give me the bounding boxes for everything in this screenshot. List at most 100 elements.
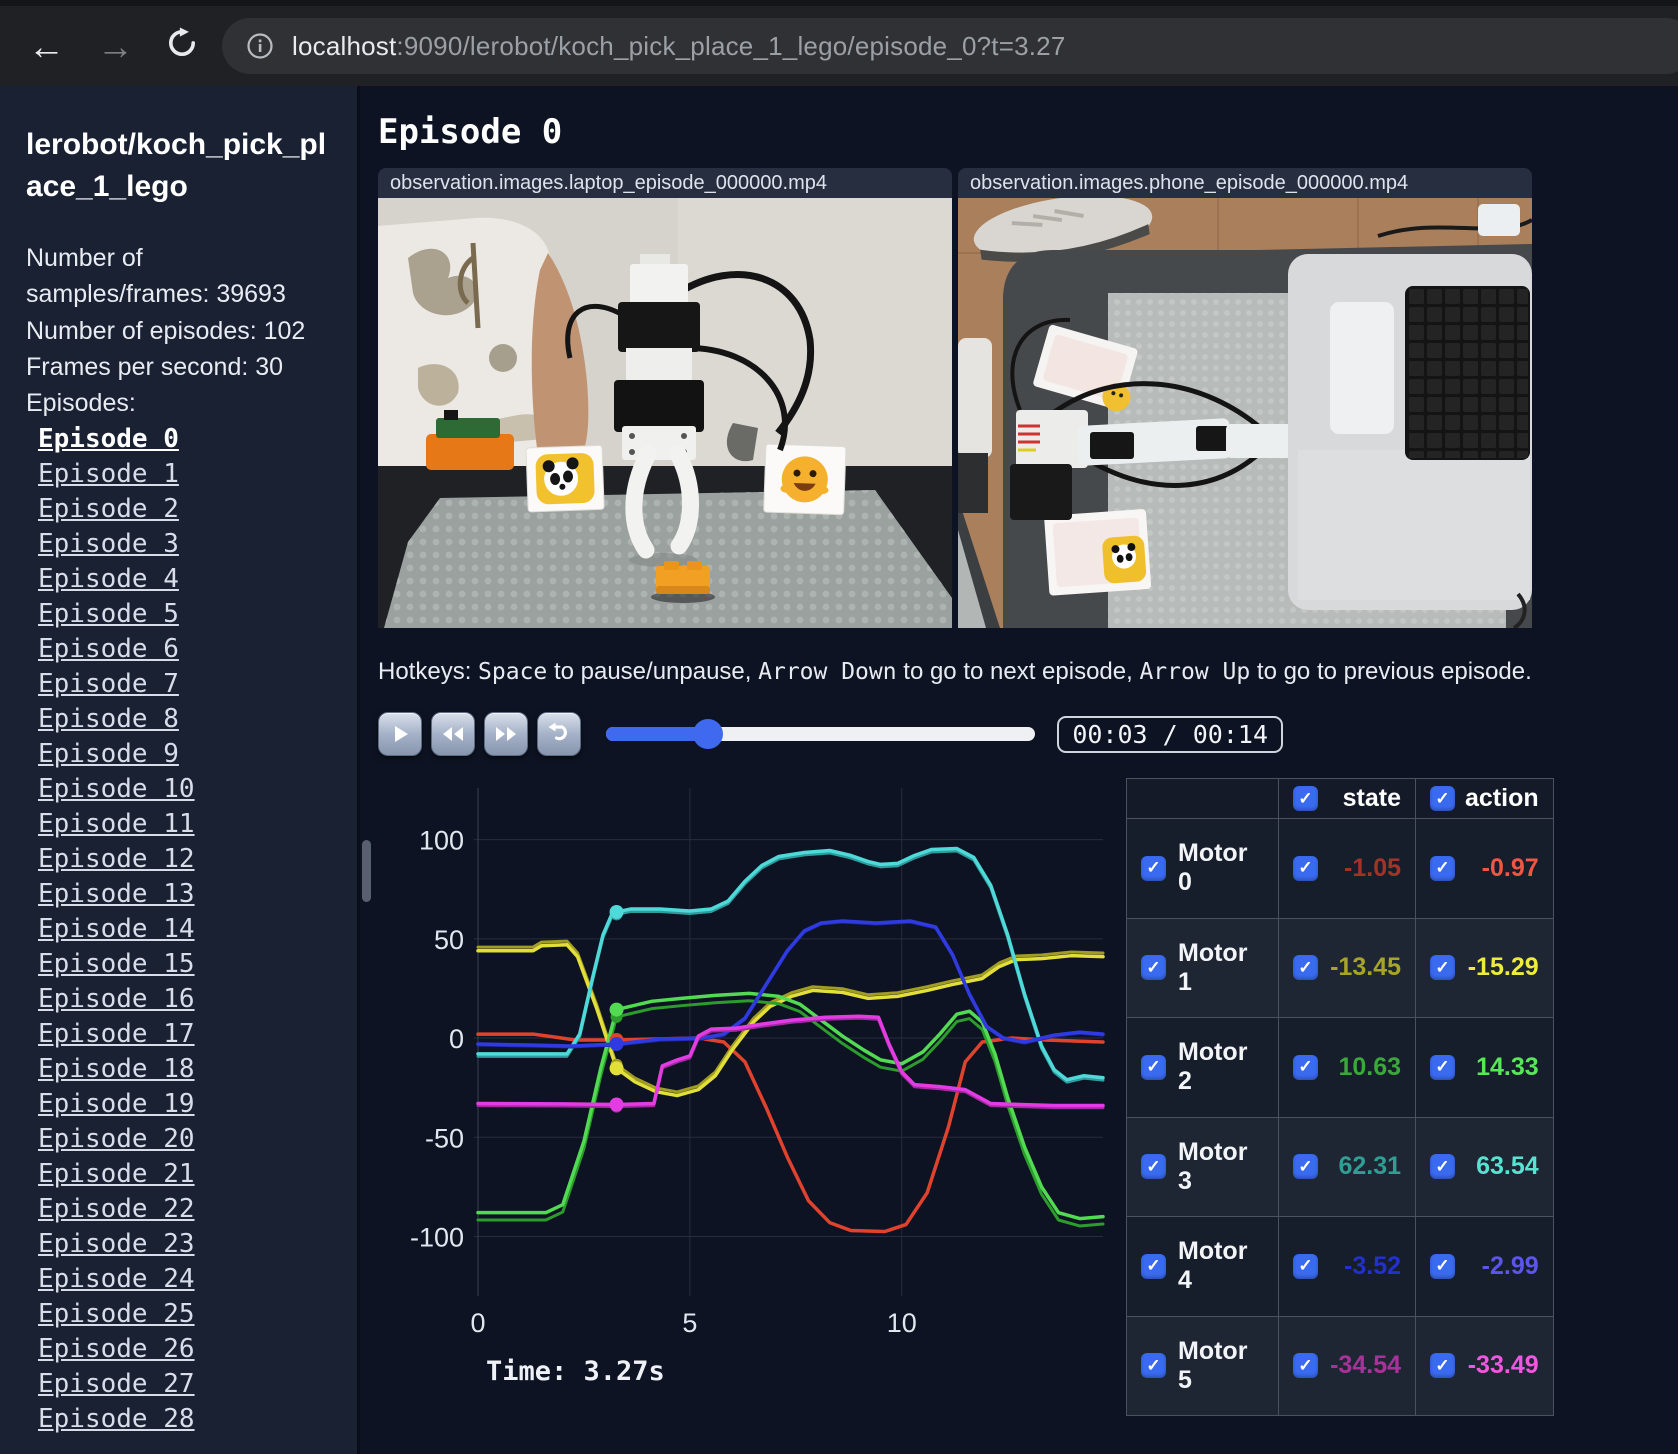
series-action-line	[476, 1032, 1105, 1234]
action-checkbox[interactable]: ✓	[1430, 1353, 1455, 1379]
sidebar-episode-link[interactable]: Episode 14	[38, 912, 327, 947]
playback-controls: 00:03 / 00:14	[378, 712, 1283, 756]
state-value-cell: ✓ 62.31	[1278, 1116, 1416, 1217]
y-tick-label: 0	[449, 1024, 464, 1054]
motor-row: ✓ Motor 1 ✓ -13.45 ✓ -15.29	[1126, 917, 1554, 1018]
action-value: 63.54	[1476, 1152, 1539, 1181]
sidebar-episode-link[interactable]: Episode 25	[38, 1297, 327, 1332]
sidebar-episode-link[interactable]: Episode 20	[38, 1122, 327, 1157]
column-header-state: ✓ state	[1278, 778, 1416, 819]
sidebar-episode-link[interactable]: Episode 15	[38, 947, 327, 982]
sidebar-episode-link[interactable]: Episode 0	[38, 422, 327, 457]
sidebar-episode-link[interactable]: Episode 8	[38, 702, 327, 737]
state-value: 10.63	[1338, 1052, 1401, 1081]
stat-samples: Number of samples/frames: 39693	[26, 244, 286, 309]
motor-checkbox[interactable]: ✓	[1141, 1253, 1166, 1279]
scrollbar-thumb[interactable]	[362, 840, 371, 902]
sidebar-episode-link[interactable]: Episode 7	[38, 667, 327, 702]
sidebar-episode-link[interactable]: Episode 11	[38, 807, 327, 842]
state-checkbox[interactable]: ✓	[1293, 1353, 1318, 1379]
state-value-cell: ✓ 10.63	[1278, 1017, 1416, 1118]
state-checkbox[interactable]: ✓	[1293, 1154, 1318, 1180]
time-display: 00:03 / 00:14	[1057, 715, 1283, 753]
state-value: -34.54	[1330, 1351, 1401, 1380]
motor-label-cell: ✓ Motor 0	[1126, 818, 1279, 919]
loop-button[interactable]	[537, 712, 581, 756]
dataset-title: lerobot/koch_pick_place_1_lego	[26, 128, 327, 203]
fast-forward-button[interactable]	[484, 712, 528, 756]
state-column-checkbox[interactable]: ✓	[1293, 786, 1318, 811]
sidebar-episode-link[interactable]: Episode 4	[38, 562, 327, 597]
page-title: Episode 0	[378, 112, 563, 152]
motor-checkbox[interactable]: ✓	[1141, 855, 1166, 881]
sidebar-episode-link[interactable]: Episode 10	[38, 772, 327, 807]
motor-table: ✓ state ✓ action ✓ Motor 0 ✓ -1.05 ✓ -0.97 ✓ Motor …	[1126, 778, 1554, 1416]
motor-label: Motor 4	[1178, 1237, 1248, 1295]
state-checkbox[interactable]: ✓	[1293, 955, 1318, 981]
motor-checkbox[interactable]: ✓	[1141, 955, 1166, 981]
sidebar-episode-link[interactable]: Episode 27	[38, 1367, 327, 1402]
sidebar-episode-link[interactable]: Episode 28	[38, 1402, 327, 1437]
sidebar-episode-link[interactable]: Episode 9	[38, 737, 327, 772]
hotkey-arrow-down: Arrow Down	[758, 659, 897, 685]
motor-checkbox[interactable]: ✓	[1141, 1054, 1166, 1080]
motor-label: Motor 3	[1178, 1137, 1248, 1195]
action-column-checkbox[interactable]: ✓	[1430, 786, 1455, 811]
sidebar-episode-link[interactable]: Episode 19	[38, 1087, 327, 1122]
video-phone	[958, 198, 1532, 628]
state-checkbox[interactable]: ✓	[1293, 855, 1318, 881]
dataset-stats: Number of samples/frames: 39693 Number o…	[26, 240, 327, 421]
motor-checkbox[interactable]: ✓	[1141, 1154, 1166, 1180]
seek-slider-thumb[interactable]	[693, 719, 724, 749]
sidebar-episode-link[interactable]: Episode 6	[38, 632, 327, 667]
action-checkbox[interactable]: ✓	[1430, 1253, 1455, 1279]
sidebar-episode-link[interactable]: Episode 13	[38, 877, 327, 912]
action-value: -0.97	[1481, 853, 1539, 882]
current-action-dot	[609, 1061, 624, 1076]
seek-slider[interactable]	[606, 719, 1036, 749]
sidebar-episode-link[interactable]: Episode 26	[38, 1332, 327, 1367]
x-tick-label: 0	[470, 1308, 485, 1338]
sidebar-episode-link[interactable]: Episode 5	[38, 597, 327, 632]
motor-chart[interactable]: 100 50 0 -50 -100 0 5 10 Time: 3.27s	[378, 776, 1108, 1416]
action-value-cell: ✓ 63.54	[1415, 1116, 1554, 1217]
back-icon[interactable]: ←	[28, 28, 65, 65]
sidebar-episode-link[interactable]: Episode 24	[38, 1262, 327, 1297]
video-title-phone: observation.images.phone_episode_000000.…	[958, 168, 1532, 198]
sidebar-episode-link[interactable]: Episode 2	[38, 492, 327, 527]
sidebar-episode-link[interactable]: Episode 12	[38, 842, 327, 877]
motor-checkbox[interactable]: ✓	[1141, 1353, 1166, 1379]
rewind-button[interactable]	[431, 712, 475, 756]
sidebar-episode-link[interactable]: Episode 21	[38, 1157, 327, 1192]
state-value-cell: ✓ -1.05	[1278, 818, 1416, 919]
orange-brick	[651, 561, 715, 603]
sidebar-episode-link[interactable]: Episode 23	[38, 1227, 327, 1262]
sidebar-episode-link[interactable]: Episode 17	[38, 1017, 327, 1052]
laptop-camera-frame	[378, 198, 952, 628]
action-checkbox[interactable]: ✓	[1430, 1154, 1455, 1180]
video-row: observation.images.laptop_episode_000000…	[378, 168, 1678, 628]
motor-row: ✓ Motor 0 ✓ -1.05 ✓ -0.97	[1126, 818, 1554, 919]
phone-camera-frame	[958, 198, 1532, 628]
url-bar[interactable]: localhost:9090/lerobot/koch_pick_place_1…	[222, 18, 1678, 74]
state-checkbox[interactable]: ✓	[1293, 1054, 1318, 1080]
play-button[interactable]	[378, 712, 422, 756]
state-value-cell: ✓ -3.52	[1278, 1216, 1416, 1317]
series-state-line	[476, 1032, 1105, 1234]
current-action-dot	[609, 904, 624, 919]
forward-icon[interactable]: →	[97, 28, 134, 65]
sidebar-episode-link[interactable]: Episode 18	[38, 1052, 327, 1087]
action-checkbox[interactable]: ✓	[1430, 855, 1455, 881]
reload-icon[interactable]	[166, 27, 198, 65]
sidebar-episode-link[interactable]: Episode 3	[38, 527, 327, 562]
state-checkbox[interactable]: ✓	[1293, 1253, 1318, 1279]
video-laptop	[378, 198, 952, 628]
sidebar-episode-link[interactable]: Episode 1	[38, 457, 327, 492]
info-icon[interactable]	[246, 32, 274, 60]
action-checkbox[interactable]: ✓	[1430, 955, 1455, 981]
action-checkbox[interactable]: ✓	[1430, 1054, 1455, 1080]
sidebar-episode-link[interactable]: Episode 16	[38, 982, 327, 1017]
hotkey-arrow-up: Arrow Up	[1139, 659, 1251, 685]
panda-box	[1044, 509, 1152, 596]
sidebar-episode-link[interactable]: Episode 22	[38, 1192, 327, 1227]
